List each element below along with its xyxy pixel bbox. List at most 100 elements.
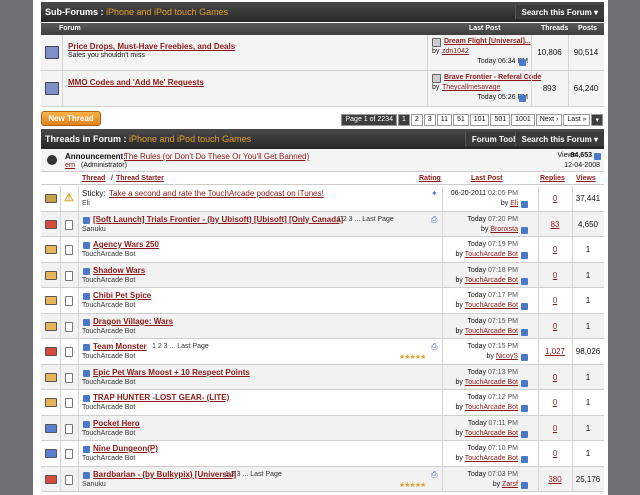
last-post-user[interactable]: Bronxsta: [490, 226, 518, 233]
go-arrow-icon[interactable]: [521, 456, 528, 463]
new-post-icon[interactable]: [83, 267, 90, 275]
last-post-user[interactable]: Theycallmesavage: [442, 84, 500, 91]
last-post-link[interactable]: Dream Flight [Universal]...: [444, 38, 531, 45]
replies-count[interactable]: 0: [538, 398, 572, 407]
go-arrow-icon[interactable]: [521, 303, 528, 310]
page-link[interactable]: 501: [490, 114, 511, 126]
thread-starter[interactable]: TouchArcade Bot: [82, 328, 135, 335]
replies-count[interactable]: 0: [538, 296, 572, 305]
thread-starter[interactable]: TouchArcade Bot: [82, 404, 135, 411]
col-rating[interactable]: Rating: [419, 175, 441, 182]
thread-starter[interactable]: TouchArcade Bot: [82, 251, 135, 258]
thread-title-link[interactable]: Agency Wars 250: [93, 240, 159, 249]
new-thread-button[interactable]: New Thread: [41, 111, 101, 126]
replies-count[interactable]: 83: [538, 220, 572, 229]
replies-count[interactable]: 380: [538, 475, 572, 484]
thread-starter[interactable]: Sanuku: [82, 226, 106, 233]
go-arrow-icon[interactable]: [521, 481, 528, 489]
thread-title-link[interactable]: Nine Dungeon(P): [93, 444, 158, 453]
last-post-user[interactable]: TouchArcade Bot: [465, 328, 518, 335]
thread-starter[interactable]: TouchArcade Bot: [82, 379, 135, 386]
thread-title-link[interactable]: Take a second and rate the TouchArcade p…: [109, 189, 324, 198]
last-page-link[interactable]: Last »: [563, 114, 591, 126]
page-links[interactable]: 1 2 3 ... Last Page: [152, 343, 209, 350]
go-arrow-icon[interactable]: [521, 277, 528, 285]
subforum-link[interactable]: Price Drops, Must-Have Freebies, and Dea…: [68, 42, 235, 51]
go-arrow-icon[interactable]: [521, 354, 528, 361]
announcement-link[interactable]: The Rules (or Don't Do These Or You'll G…: [124, 152, 309, 161]
replies-count[interactable]: 0: [538, 322, 572, 331]
last-post-link[interactable]: Brave Frontier - Referal Code: [444, 74, 541, 81]
last-post-user[interactable]: TouchArcade Bot: [465, 455, 518, 462]
go-arrow-icon[interactable]: [521, 430, 528, 438]
new-post-icon[interactable]: [83, 395, 90, 402]
thread-starter[interactable]: TouchArcade Bot: [82, 277, 135, 284]
thread-starter[interactable]: Sanuku: [82, 481, 106, 488]
new-post-icon[interactable]: [83, 471, 90, 479]
replies-count[interactable]: 0: [538, 373, 572, 382]
go-arrow-icon[interactable]: [519, 59, 526, 66]
col-views[interactable]: Views: [576, 175, 596, 182]
last-post-user[interactable]: NicoyS: [496, 353, 518, 360]
go-arrow-icon[interactable]: [521, 328, 528, 336]
page-1[interactable]: 1: [397, 114, 410, 126]
page-links[interactable]: 1 2 3 ... Last Page: [225, 471, 282, 478]
replies-count[interactable]: 1,027: [538, 347, 572, 356]
replies-count[interactable]: 0: [538, 194, 572, 203]
col-thread[interactable]: Thread: [82, 175, 105, 182]
new-post-icon[interactable]: [83, 420, 90, 428]
thread-title-link[interactable]: Dragon Village: Wars: [93, 317, 173, 326]
go-arrow-icon[interactable]: [519, 95, 526, 102]
next-page-link[interactable]: Next ›: [535, 114, 563, 126]
page-link[interactable]: 1001: [511, 114, 535, 126]
last-post-user[interactable]: Eli: [510, 200, 518, 207]
col-replies[interactable]: Replies: [540, 175, 565, 182]
last-post-user[interactable]: TouchArcade Bot: [465, 277, 518, 284]
thread-title-link[interactable]: Pocket Hero: [93, 419, 140, 428]
col-last-post[interactable]: Last Post: [471, 175, 503, 182]
thread-starter[interactable]: TouchArcade Bot: [82, 430, 135, 437]
page-link[interactable]: 2: [410, 114, 423, 126]
last-post-user[interactable]: zdn1042: [442, 48, 469, 55]
new-post-icon[interactable]: [83, 344, 90, 351]
search-forum-button-2[interactable]: Search this Forum ▾: [514, 132, 604, 146]
thread-starter[interactable]: Eli: [82, 200, 90, 207]
thread-title-link[interactable]: Chibi Pet Spice: [93, 291, 151, 300]
announcement-user[interactable]: ern: [65, 162, 75, 169]
thread-starter[interactable]: TouchArcade Bot: [82, 302, 135, 309]
thread-starter[interactable]: TouchArcade Bot: [82, 455, 135, 462]
last-post-user[interactable]: TouchArcade Bot: [465, 379, 518, 386]
thread-title-link[interactable]: Team Monster: [93, 342, 147, 351]
replies-count[interactable]: 0: [538, 449, 572, 458]
new-post-icon[interactable]: [83, 318, 90, 326]
last-post-user[interactable]: TouchArcade Bot: [465, 430, 518, 437]
thread-starter[interactable]: TouchArcade Bot: [82, 353, 135, 360]
go-arrow-icon[interactable]: [594, 153, 601, 160]
pager-menu-icon[interactable]: ▾: [591, 114, 603, 126]
thread-title-link[interactable]: Shadow Wars: [93, 266, 145, 275]
new-post-icon[interactable]: [83, 242, 90, 249]
page-link[interactable]: 51: [452, 114, 469, 126]
col-thread-starter[interactable]: Thread Starter: [116, 175, 164, 182]
last-post-user[interactable]: TouchArcade Bot: [465, 404, 518, 411]
replies-count[interactable]: 0: [538, 245, 572, 254]
thread-title-link[interactable]: [Soft Launch] Trials Frontier - (by Ubis…: [93, 215, 343, 224]
thread-title-link[interactable]: TRAP HUNTER -LOST GEAR- (LITE): [93, 393, 229, 402]
replies-count[interactable]: 0: [538, 271, 572, 280]
page-link[interactable]: 11: [436, 114, 452, 126]
last-post-user[interactable]: TouchArcade Bot: [465, 302, 518, 309]
last-post-user[interactable]: TouchArcade Bot: [465, 251, 518, 258]
thread-title-link[interactable]: Bardbarian - (by Bulkypix) [Universal]: [93, 470, 236, 479]
new-post-icon[interactable]: [83, 216, 90, 224]
last-post-user[interactable]: Zarsf: [502, 481, 518, 488]
page-link[interactable]: 101: [469, 114, 490, 126]
new-post-icon[interactable]: [83, 293, 90, 300]
go-arrow-icon[interactable]: [521, 201, 528, 208]
page-links[interactable]: 1 2 3 ... Last Page: [337, 216, 394, 223]
new-post-icon[interactable]: [83, 446, 90, 453]
thread-title-link[interactable]: Epic Pet Wars Moost + 10 Respect Points: [93, 368, 250, 377]
go-arrow-icon[interactable]: [521, 226, 528, 234]
go-arrow-icon[interactable]: [521, 405, 528, 412]
subforum-link[interactable]: MMO Codes and 'Add Me' Requests: [68, 78, 204, 87]
go-arrow-icon[interactable]: [521, 252, 528, 259]
